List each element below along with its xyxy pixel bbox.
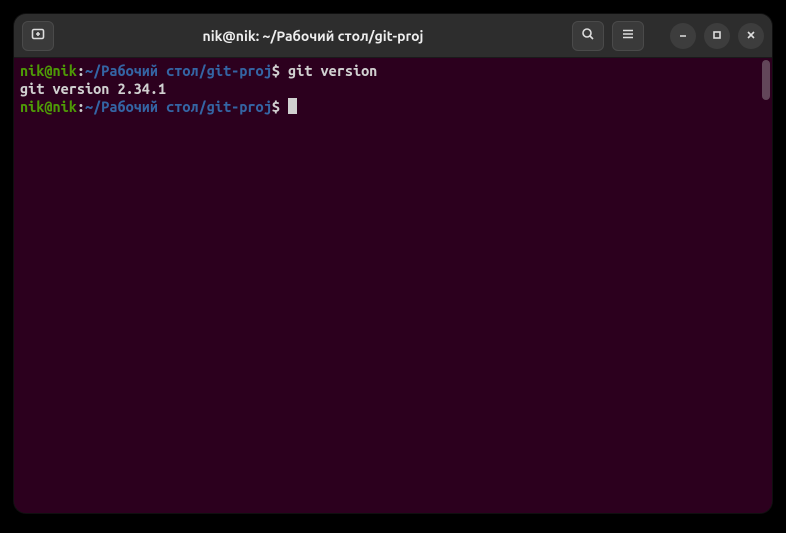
prompt-path: ~/Рабочий стол/git-proj	[85, 62, 272, 79]
prompt-sep: :	[77, 98, 85, 115]
close-button[interactable]	[738, 23, 764, 49]
prompt-sep: :	[77, 62, 85, 79]
cursor-block	[288, 98, 297, 114]
titlebar-left	[22, 21, 54, 51]
terminal-window: nik@nik: ~/Рабочий стол/git-proj	[14, 14, 772, 513]
search-icon	[580, 26, 596, 46]
close-icon	[745, 27, 757, 45]
maximize-button[interactable]	[704, 23, 730, 49]
hamburger-icon	[620, 26, 636, 46]
terminal-content: nik@nik:~/Рабочий стол/git-proj$ git ver…	[14, 58, 762, 120]
scrollbar-thumb[interactable]	[762, 60, 770, 100]
minimize-button[interactable]	[670, 23, 696, 49]
window-title: nik@nik: ~/Рабочий стол/git-proj	[62, 28, 564, 44]
search-button[interactable]	[572, 21, 604, 51]
terminal-area[interactable]: nik@nik:~/Рабочий стол/git-proj$ git ver…	[14, 58, 772, 513]
prompt-user: nik@nik	[20, 98, 77, 115]
titlebar-right	[572, 21, 764, 51]
command-text	[280, 62, 288, 79]
titlebar: nik@nik: ~/Рабочий стол/git-proj	[14, 14, 772, 58]
new-tab-icon	[30, 26, 46, 46]
maximize-icon	[711, 27, 723, 45]
minimize-icon	[677, 27, 689, 45]
prompt-sigil: $	[272, 62, 280, 79]
command-text: git version	[288, 62, 377, 79]
output-line: git version 2.34.1	[20, 80, 166, 97]
prompt-path: ~/Рабочий стол/git-proj	[85, 98, 272, 115]
prompt-user: nik@nik	[20, 62, 77, 79]
new-tab-button[interactable]	[22, 21, 54, 51]
menu-button[interactable]	[612, 21, 644, 51]
prompt-sigil: $	[272, 98, 280, 115]
